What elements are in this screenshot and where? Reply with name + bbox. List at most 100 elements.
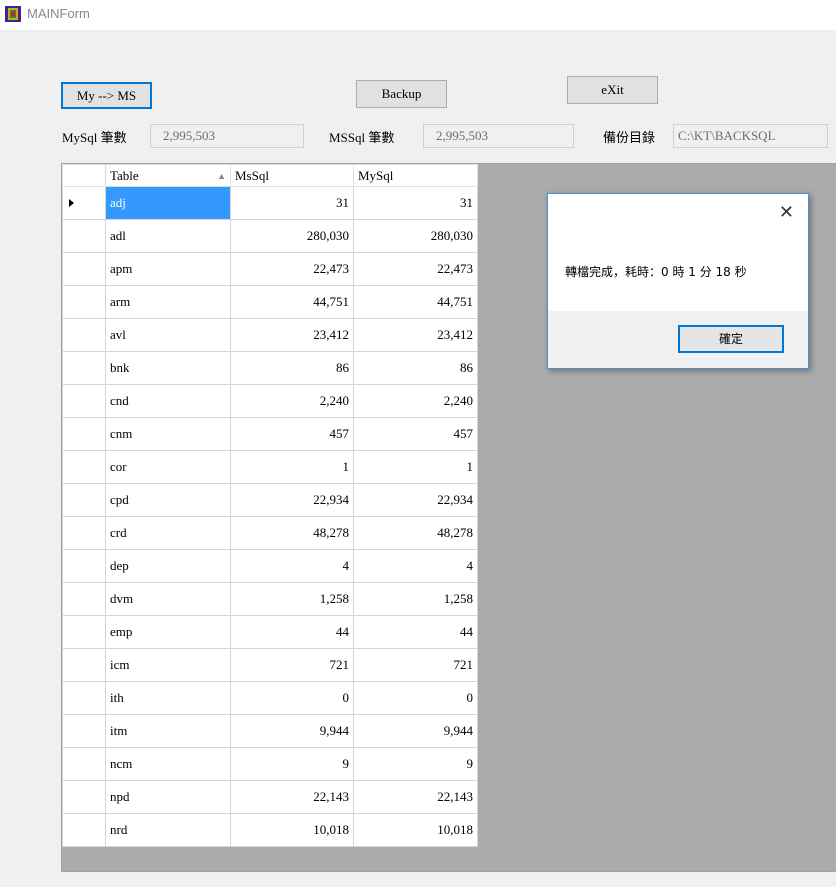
cell-table[interactable]: adj	[105, 186, 231, 220]
cell-mysql[interactable]: 22,473	[353, 252, 478, 286]
table-row[interactable]: nrd 10,018 10,018	[62, 813, 478, 847]
cell-table[interactable]: icm	[105, 648, 231, 682]
table-row[interactable]: crd 48,278 48,278	[62, 516, 478, 550]
table-row[interactable]: cpd 22,934 22,934	[62, 483, 478, 517]
cell-mssql[interactable]: 1,258	[230, 582, 354, 616]
cell-table[interactable]: dvm	[105, 582, 231, 616]
cell-table[interactable]: emp	[105, 615, 231, 649]
table-row[interactable]: adj 31 31	[62, 186, 478, 220]
row-header[interactable]	[62, 747, 106, 781]
table-row[interactable]: cnm 457 457	[62, 417, 478, 451]
ok-button[interactable]: 確定	[678, 325, 784, 353]
cell-table[interactable]: nrd	[105, 813, 231, 847]
row-header[interactable]	[62, 252, 106, 286]
row-header[interactable]	[62, 417, 106, 451]
cell-table[interactable]: ith	[105, 681, 231, 715]
backup-dir-field[interactable]: C:\KT\BACKSQL	[673, 124, 828, 148]
row-header[interactable]	[62, 813, 106, 847]
cell-table[interactable]: avl	[105, 318, 231, 352]
cell-mssql[interactable]: 280,030	[230, 219, 354, 253]
cell-table[interactable]: bnk	[105, 351, 231, 385]
cell-mysql[interactable]: 1	[353, 450, 478, 484]
cell-mssql[interactable]: 48,278	[230, 516, 354, 550]
cell-mssql[interactable]: 31	[230, 186, 354, 220]
row-header[interactable]	[62, 285, 106, 319]
cell-mssql[interactable]: 721	[230, 648, 354, 682]
cell-mysql[interactable]: 457	[353, 417, 478, 451]
row-header[interactable]	[62, 450, 106, 484]
exit-button[interactable]: eXit	[567, 76, 658, 104]
cell-mysql[interactable]: 0	[353, 681, 478, 715]
row-header[interactable]	[62, 549, 106, 583]
cell-mysql[interactable]: 48,278	[353, 516, 478, 550]
cell-table[interactable]: cpd	[105, 483, 231, 517]
cell-table[interactable]: cnm	[105, 417, 231, 451]
row-header[interactable]	[62, 780, 106, 814]
table-row[interactable]: bnk 86 86	[62, 351, 478, 385]
cell-mssql[interactable]: 44	[230, 615, 354, 649]
cell-mssql[interactable]: 2,240	[230, 384, 354, 418]
row-header[interactable]	[62, 186, 106, 220]
table-row[interactable]: cor 1 1	[62, 450, 478, 484]
cell-table[interactable]: cor	[105, 450, 231, 484]
row-header[interactable]	[62, 714, 106, 748]
cell-mysql[interactable]: 86	[353, 351, 478, 385]
cell-mssql[interactable]: 4	[230, 549, 354, 583]
cell-table[interactable]: npd	[105, 780, 231, 814]
close-icon[interactable]: ✕	[779, 204, 794, 222]
cell-mssql[interactable]: 22,934	[230, 483, 354, 517]
cell-table[interactable]: crd	[105, 516, 231, 550]
cell-table[interactable]: dep	[105, 549, 231, 583]
cell-mssql[interactable]: 457	[230, 417, 354, 451]
cell-mysql[interactable]: 22,143	[353, 780, 478, 814]
row-header[interactable]	[62, 516, 106, 550]
cell-mysql[interactable]: 1,258	[353, 582, 478, 616]
row-header[interactable]	[62, 582, 106, 616]
table-row[interactable]: apm 22,473 22,473	[62, 252, 478, 286]
row-header[interactable]	[62, 615, 106, 649]
table-row[interactable]: emp 44 44	[62, 615, 478, 649]
cell-mysql[interactable]: 9	[353, 747, 478, 781]
cell-mysql[interactable]: 44	[353, 615, 478, 649]
table-row[interactable]: dvm 1,258 1,258	[62, 582, 478, 616]
cell-mysql[interactable]: 9,944	[353, 714, 478, 748]
table-row[interactable]: adl 280,030 280,030	[62, 219, 478, 253]
cell-table[interactable]: cnd	[105, 384, 231, 418]
row-header[interactable]	[62, 384, 106, 418]
my-to-ms-button[interactable]: My --> MS	[61, 82, 152, 109]
row-header[interactable]	[62, 351, 106, 385]
cell-mysql[interactable]: 4	[353, 549, 478, 583]
table-row[interactable]: icm 721 721	[62, 648, 478, 682]
cell-mssql[interactable]: 0	[230, 681, 354, 715]
cell-mssql[interactable]: 44,751	[230, 285, 354, 319]
cell-mysql[interactable]: 23,412	[353, 318, 478, 352]
cell-mysql[interactable]: 22,934	[353, 483, 478, 517]
backup-button[interactable]: Backup	[356, 80, 447, 108]
row-header[interactable]	[62, 219, 106, 253]
cell-mysql[interactable]: 10,018	[353, 813, 478, 847]
cell-mssql[interactable]: 9	[230, 747, 354, 781]
cell-mssql[interactable]: 9,944	[230, 714, 354, 748]
cell-table[interactable]: itm	[105, 714, 231, 748]
cell-mysql[interactable]: 2,240	[353, 384, 478, 418]
table-row[interactable]: ith 0 0	[62, 681, 478, 715]
mssql-count-field[interactable]: 2,995,503	[423, 124, 574, 148]
cell-mssql[interactable]: 10,018	[230, 813, 354, 847]
cell-mysql[interactable]: 31	[353, 186, 478, 220]
cell-table[interactable]: apm	[105, 252, 231, 286]
table-row[interactable]: itm 9,944 9,944	[62, 714, 478, 748]
table-row[interactable]: ncm 9 9	[62, 747, 478, 781]
column-header-table[interactable]: Table ▲	[105, 164, 231, 187]
cell-table[interactable]: arm	[105, 285, 231, 319]
mysql-count-field[interactable]: 2,995,503	[150, 124, 304, 148]
cell-mssql[interactable]: 23,412	[230, 318, 354, 352]
row-header[interactable]	[62, 681, 106, 715]
cell-mysql[interactable]: 280,030	[353, 219, 478, 253]
cell-mssql[interactable]: 86	[230, 351, 354, 385]
table-row[interactable]: cnd 2,240 2,240	[62, 384, 478, 418]
cell-mssql[interactable]: 1	[230, 450, 354, 484]
cell-mssql[interactable]: 22,473	[230, 252, 354, 286]
cell-table[interactable]: adl	[105, 219, 231, 253]
row-header[interactable]	[62, 483, 106, 517]
cell-mysql[interactable]: 44,751	[353, 285, 478, 319]
